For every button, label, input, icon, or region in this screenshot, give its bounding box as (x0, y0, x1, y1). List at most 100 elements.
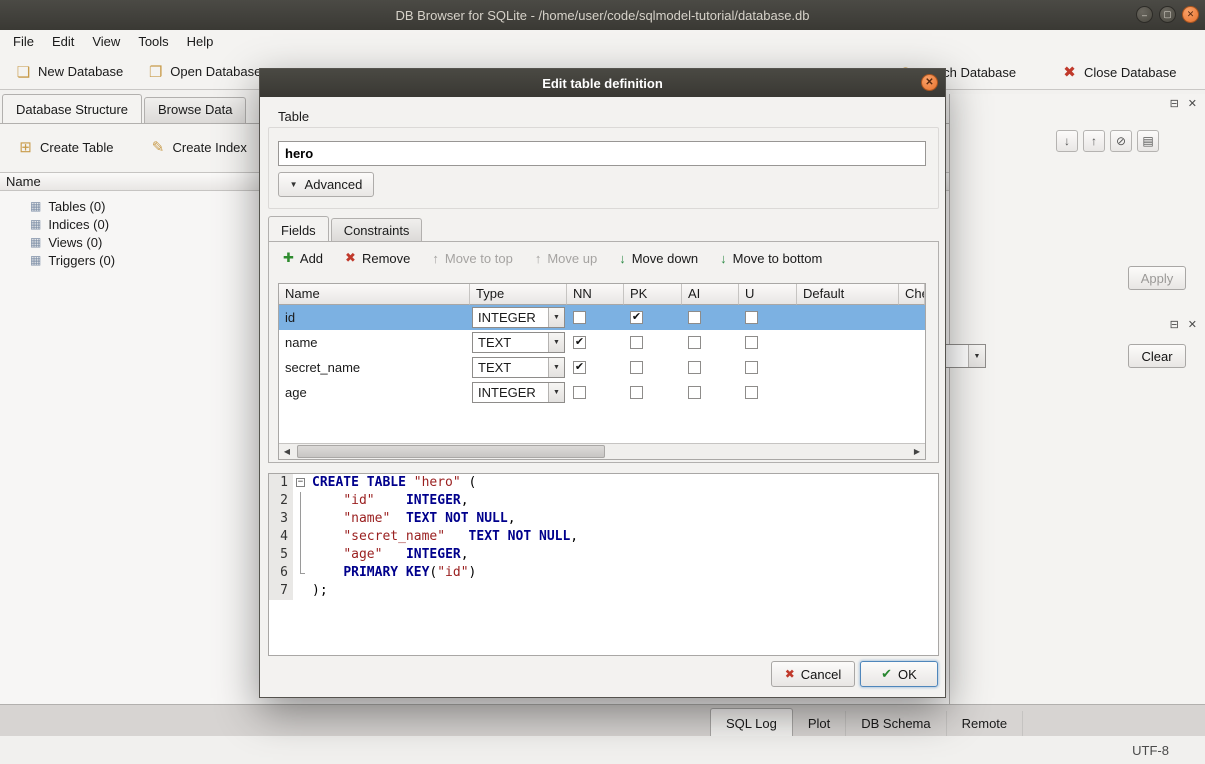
toolbar-new-database[interactable]: ❏New Database (6, 58, 132, 86)
field-type-cell: TEXT▼ (470, 355, 567, 380)
close-database-icon: ✖ (1061, 63, 1078, 81)
tab-browse-data[interactable]: Browse Data (144, 97, 246, 123)
export-icon[interactable]: ↑ (1083, 130, 1105, 152)
dialog-close-icon[interactable]: ✕ (921, 74, 938, 91)
u-checkbox[interactable] (745, 336, 758, 349)
bottom-tab-plot[interactable]: Plot (793, 711, 846, 737)
maximize-icon[interactable]: ▢ (1159, 6, 1176, 23)
u-checkbox[interactable] (745, 386, 758, 399)
menu-tools[interactable]: Tools (129, 30, 177, 54)
new-database-icon: ❏ (15, 63, 32, 81)
toolbar-close-database[interactable]: ✖Close Database (1052, 58, 1186, 86)
menu-file[interactable]: File (4, 30, 43, 54)
field-row-age[interactable]: ageINTEGER▼ (279, 380, 925, 405)
ai-checkbox[interactable] (688, 386, 701, 399)
dock-close-icon[interactable]: ✕ (1188, 97, 1197, 110)
ai-checkbox[interactable] (688, 336, 701, 349)
default-cell (797, 305, 899, 330)
add-button[interactable]: ✚Add (283, 250, 323, 266)
apply-button[interactable]: Apply (1128, 266, 1186, 290)
remove-button[interactable]: ✖Remove (345, 250, 410, 266)
dialog-tab-constraints[interactable]: Constraints (331, 218, 423, 241)
dialog-titlebar[interactable]: Edit table definition ✕ (260, 69, 945, 97)
type-combobox[interactable]: TEXT▼ (472, 332, 565, 353)
column-header-type[interactable]: Type (470, 284, 567, 305)
menu-view[interactable]: View (83, 30, 129, 54)
column-header-name[interactable]: Name (279, 284, 470, 305)
set-null-icon[interactable]: ⊘ (1110, 130, 1132, 152)
statusbar: UTF-8 (0, 736, 1205, 764)
dock-close-icon[interactable]: ✕ (1188, 318, 1197, 331)
create-index-button[interactable]: ✎Create Index (140, 133, 255, 161)
column-header-pk[interactable]: PK (624, 284, 682, 305)
dock-float-icon[interactable]: ⊟ (1170, 97, 1179, 110)
dialog-tab-fields[interactable]: Fields (268, 216, 329, 241)
u-checkbox[interactable] (745, 361, 758, 374)
type-combobox[interactable]: INTEGER▼ (472, 307, 565, 328)
create-table-button[interactable]: ⊞Create Table (8, 133, 122, 161)
line-number: 2 (269, 492, 293, 510)
minimize-icon[interactable]: – (1136, 6, 1153, 23)
dialog-title: Edit table definition (542, 76, 663, 91)
pk-checkbox[interactable] (630, 361, 643, 374)
toolbar-open-database[interactable]: ❐Open Database (138, 58, 270, 86)
app-window: DB Browser for SQLite - /home/user/code/… (0, 0, 1205, 764)
advanced-toggle[interactable]: ▼ Advanced (278, 172, 374, 197)
move-down-icon: ↓ (619, 251, 626, 266)
field-name-cell: id (279, 305, 470, 330)
column-header-ai[interactable]: AI (682, 284, 739, 305)
cancel-button[interactable]: ✖ Cancel (771, 661, 855, 687)
pk-checkbox[interactable] (630, 386, 643, 399)
window-titlebar[interactable]: DB Browser for SQLite - /home/user/code/… (0, 0, 1205, 30)
column-header-check[interactable]: Check (899, 284, 925, 305)
move-down-button[interactable]: ↓Move down (619, 250, 698, 266)
type-combobox[interactable]: INTEGER▼ (472, 382, 565, 403)
field-row-name[interactable]: nameTEXT▼✔ (279, 330, 925, 355)
ok-button[interactable]: ✔ OK (860, 661, 938, 687)
scroll-right-icon[interactable]: ▶ (909, 444, 925, 459)
u-checkbox[interactable] (745, 311, 758, 324)
clear-button[interactable]: Clear (1128, 344, 1186, 368)
nn-checkbox[interactable]: ✔ (573, 336, 586, 349)
nn-checkbox[interactable] (573, 311, 586, 324)
bottom-tab-db-schema[interactable]: DB Schema (846, 711, 946, 737)
column-header-nn[interactable]: NN (567, 284, 624, 305)
column-header-u[interactable]: U (739, 284, 797, 305)
import-icon[interactable]: ↓ (1056, 130, 1078, 152)
pk-checkbox[interactable] (630, 336, 643, 349)
cancel-icon: ✖ (785, 667, 795, 681)
menu-edit[interactable]: Edit (43, 30, 83, 54)
move-to-bottom-button[interactable]: ↓Move to bottom (720, 250, 822, 266)
grid-hscrollbar[interactable]: ◀ ▶ (279, 443, 925, 459)
scrollbar-track[interactable] (295, 444, 909, 459)
table-name-input[interactable] (278, 141, 926, 166)
menubar: FileEditViewToolsHelp (0, 30, 1205, 54)
column-header-default[interactable]: Default (797, 284, 899, 305)
ai-checkbox[interactable] (688, 361, 701, 374)
pk-cell: ✔ (624, 305, 682, 330)
print-icon[interactable]: ▤ (1137, 130, 1159, 152)
fields-grid: NameTypeNNPKAIUDefaultCheck idINTEGER▼✔n… (278, 283, 926, 460)
close-icon[interactable]: ✕ (1182, 6, 1199, 23)
move-up-button[interactable]: ↑Move up (535, 250, 597, 266)
bottom-tab-sql-log[interactable]: SQL Log (710, 708, 793, 737)
dock-float-icon[interactable]: ⊟ (1170, 318, 1179, 331)
bottom-tab-remote[interactable]: Remote (947, 711, 1024, 737)
tab-database-structure[interactable]: Database Structure (2, 94, 142, 123)
move-to-top-button[interactable]: ↑Move to top (432, 250, 512, 266)
field-name-cell: secret_name (279, 355, 470, 380)
pk-checkbox[interactable]: ✔ (630, 311, 643, 324)
fold-collapse-icon[interactable]: − (296, 478, 305, 487)
menu-help[interactable]: Help (178, 30, 223, 54)
scroll-left-icon[interactable]: ◀ (279, 444, 295, 459)
field-row-secret-name[interactable]: secret_nameTEXT▼ ✔ (279, 355, 925, 380)
nn-checkbox[interactable]: ✔ (573, 361, 586, 374)
chevron-down-icon: ▼ (548, 308, 564, 327)
ai-checkbox[interactable] (688, 311, 701, 324)
cancel-label: Cancel (801, 667, 841, 682)
scrollbar-thumb[interactable] (297, 445, 605, 458)
nn-checkbox[interactable] (573, 386, 586, 399)
type-combobox[interactable]: TEXT▼ (472, 357, 565, 378)
indices-icon: ▦ (30, 217, 41, 231)
field-row-id[interactable]: idINTEGER▼ ✔ (279, 305, 925, 330)
